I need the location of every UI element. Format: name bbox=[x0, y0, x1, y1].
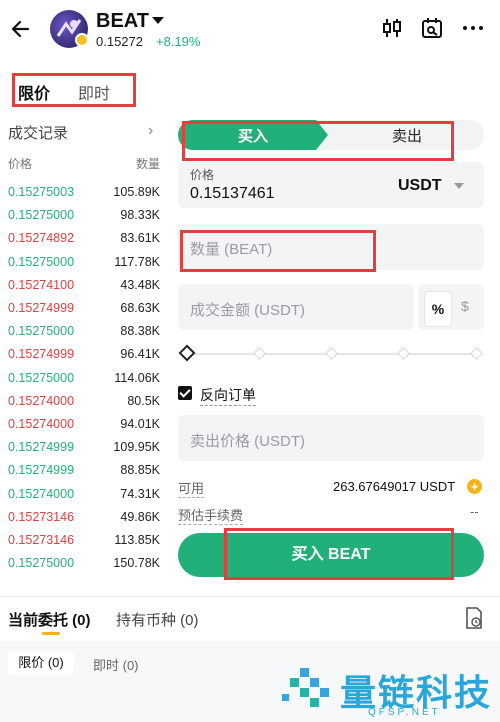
tab-buy[interactable]: 买入 bbox=[178, 125, 328, 146]
trade-row: 0.15273146 49.86K bbox=[0, 510, 170, 533]
chain-badge-icon bbox=[75, 33, 89, 47]
watermark-logo bbox=[282, 668, 329, 707]
trade-row: 0.15274999 109.95K bbox=[0, 440, 170, 463]
order-history-icon[interactable] bbox=[464, 606, 484, 630]
slider-mark-75[interactable] bbox=[397, 347, 410, 360]
slider-handle[interactable] bbox=[178, 344, 196, 362]
trade-row: 0.15274999 96.41K bbox=[0, 347, 170, 370]
reverse-order-checkbox[interactable] bbox=[178, 386, 192, 400]
trade-qty: 49.86K bbox=[120, 509, 160, 524]
active-tab-indicator bbox=[42, 632, 60, 635]
trade-qty: 80.5K bbox=[127, 393, 160, 408]
trade-row: 0.15274000 74.31K bbox=[0, 487, 170, 510]
trade-price: 0.15274000 bbox=[8, 486, 75, 501]
trade-row: 0.15275000 98.33K bbox=[0, 208, 170, 231]
trade-price: 0.15274000 bbox=[8, 393, 75, 408]
pair-name[interactable]: BEAT bbox=[96, 10, 149, 33]
amount-input[interactable]: 成交金额 (USDT) bbox=[190, 299, 305, 320]
trade-qty: 96.41K bbox=[120, 347, 160, 362]
trade-price: 0.15274999 bbox=[8, 301, 75, 315]
percent-toggle[interactable]: % bbox=[424, 291, 452, 327]
slider-mark-50[interactable] bbox=[325, 347, 338, 360]
slider-mark-25[interactable] bbox=[253, 347, 266, 360]
trade-qty: 88.38K bbox=[120, 324, 160, 339]
trade-price: 0.15274999 bbox=[8, 463, 75, 478]
trade-price: 0.15275000 bbox=[8, 254, 75, 269]
trade-price: 0.15275003 bbox=[8, 185, 75, 199]
buy-submit-button[interactable]: 买入 BEAT bbox=[178, 533, 484, 577]
trade-price: 0.15275000 bbox=[8, 324, 75, 339]
trade-price: 0.15274100 bbox=[8, 277, 75, 292]
tab-open-orders[interactable]: 当前委托 (0) bbox=[8, 609, 91, 630]
trade-row: 0.15274892 83.61K bbox=[0, 231, 170, 254]
trade-row: 0.15275000 117.78K bbox=[0, 255, 170, 278]
trade-qty: 68.63K bbox=[120, 301, 160, 315]
fee-label: 预估手续费 bbox=[178, 505, 244, 525]
trade-qty: 94.01K bbox=[120, 417, 160, 431]
trade-price: 0.15274000 bbox=[8, 417, 75, 431]
divider bbox=[0, 596, 500, 597]
chevron-right-icon[interactable]: › bbox=[148, 122, 153, 140]
quantity-input[interactable]: 数量 (BEAT) bbox=[190, 238, 272, 259]
tab-holdings[interactable]: 持有币种 (0) bbox=[116, 609, 199, 630]
trade-row: 0.15273146 113.85K bbox=[0, 533, 170, 556]
trade-row: 0.15275000 150.78K bbox=[0, 556, 170, 579]
slider-mark-100[interactable] bbox=[470, 347, 483, 360]
trade-price: 0.15275000 bbox=[8, 208, 75, 223]
reverse-order-label[interactable]: 反向订单 bbox=[200, 385, 256, 406]
trade-row: 0.15275003 105.89K bbox=[0, 185, 170, 208]
back-arrow-icon[interactable] bbox=[8, 16, 34, 42]
trade-qty: 114.06K bbox=[114, 370, 160, 385]
col-qty-header: 数量 bbox=[136, 157, 161, 171]
candlestick-chart-icon[interactable] bbox=[380, 16, 404, 40]
available-balance: 263.67649017 USDT bbox=[333, 479, 456, 494]
price-change: +8.19% bbox=[156, 34, 201, 49]
trade-qty: 105.89K bbox=[113, 185, 160, 199]
more-options-icon[interactable] bbox=[461, 16, 485, 40]
calendar-search-icon[interactable] bbox=[420, 16, 444, 40]
quote-currency-select[interactable]: USDT bbox=[398, 177, 442, 195]
filter-limit-chip[interactable]: 限价 (0) bbox=[8, 651, 74, 675]
trade-history-title[interactable]: 成交记录 bbox=[8, 122, 68, 143]
trade-row: 0.15274999 88.85K bbox=[0, 463, 170, 486]
trade-price: 0.15274892 bbox=[8, 231, 75, 246]
trade-qty: 150.78K bbox=[113, 556, 160, 571]
price-label: 价格 bbox=[190, 168, 215, 182]
trade-price: 0.15275000 bbox=[8, 556, 75, 571]
tab-instant[interactable]: 即时 bbox=[78, 80, 110, 104]
trade-row: 0.15275000 114.06K bbox=[0, 371, 170, 394]
trade-row: 0.15274000 80.5K bbox=[0, 394, 170, 417]
trade-qty: 74.31K bbox=[120, 486, 160, 501]
trade-price: 0.15273146 bbox=[8, 533, 75, 547]
sell-price-input[interactable]: 卖出价格 (USDT) bbox=[190, 430, 305, 451]
chevron-down-icon[interactable] bbox=[454, 183, 464, 189]
trade-row: 0.15274999 68.63K bbox=[0, 301, 170, 324]
tab-limit[interactable]: 限价 bbox=[18, 80, 50, 104]
fee-value: -- bbox=[470, 504, 479, 519]
dollar-toggle[interactable]: $ bbox=[461, 298, 469, 314]
price-input[interactable]: 0.15137461 bbox=[190, 185, 275, 203]
tab-sell[interactable]: 卖出 bbox=[330, 125, 484, 146]
deposit-plus-icon[interactable]: + bbox=[467, 479, 482, 494]
last-price: 0.15272 bbox=[96, 34, 143, 49]
trade-qty: 98.33K bbox=[120, 208, 160, 223]
col-price-header: 价格 bbox=[8, 157, 33, 171]
trade-qty: 117.78K bbox=[114, 254, 160, 269]
filter-instant-chip[interactable]: 即时 (0) bbox=[93, 655, 139, 674]
trade-price: 0.15274999 bbox=[8, 440, 75, 455]
trade-qty: 43.48K bbox=[120, 277, 160, 292]
trade-price: 0.15273146 bbox=[8, 509, 75, 524]
watermark-subtext: QFSP.NET bbox=[368, 707, 441, 718]
trade-qty: 83.61K bbox=[120, 231, 160, 246]
trade-qty: 109.95K bbox=[113, 440, 160, 455]
available-label: 可用 bbox=[178, 478, 205, 498]
trade-qty: 88.85K bbox=[120, 463, 160, 478]
trade-price: 0.15274999 bbox=[8, 347, 75, 362]
trade-row: 0.15274100 43.48K bbox=[0, 278, 170, 301]
pair-dropdown-icon[interactable] bbox=[152, 17, 164, 24]
trade-row: 0.15275000 88.38K bbox=[0, 324, 170, 347]
trade-row: 0.15274000 94.01K bbox=[0, 417, 170, 440]
trade-price: 0.15275000 bbox=[8, 370, 75, 385]
trade-qty: 113.85K bbox=[114, 533, 160, 547]
